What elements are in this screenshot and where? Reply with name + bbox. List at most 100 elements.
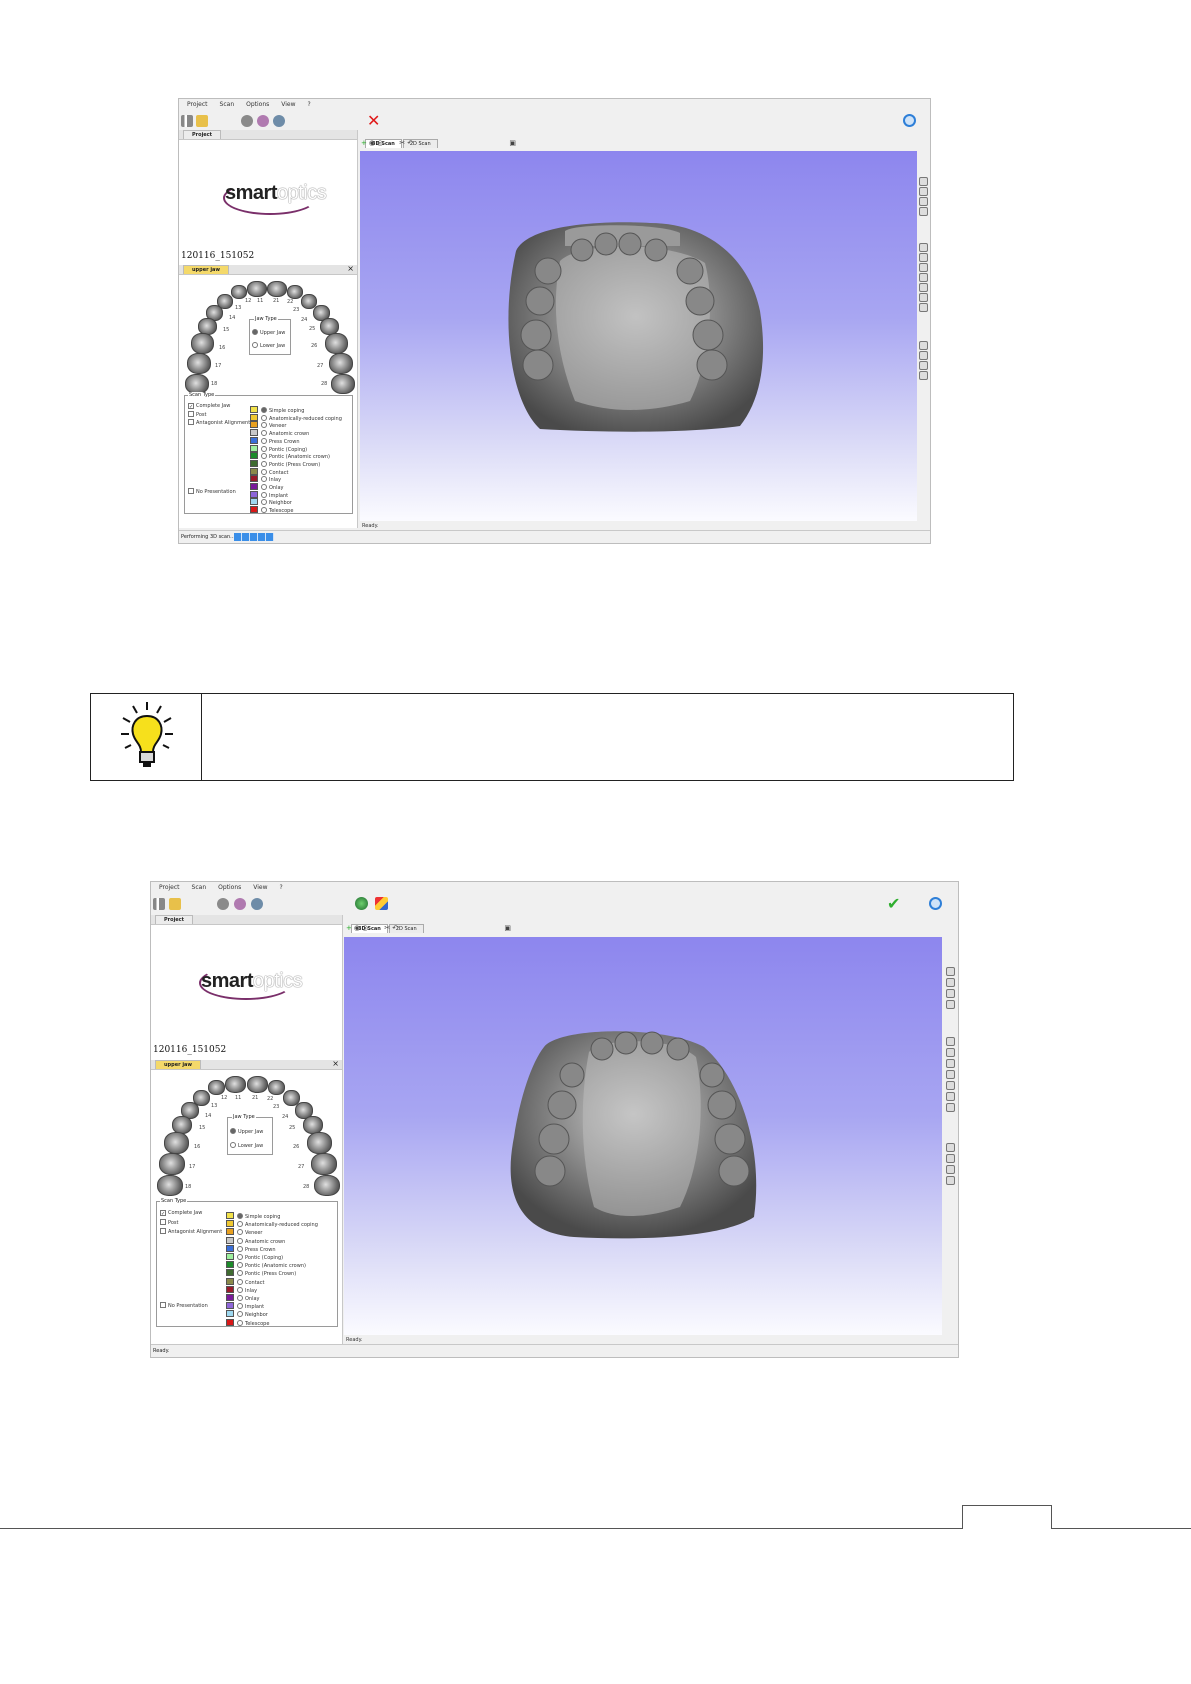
view-tool-icon[interactable] bbox=[919, 177, 928, 186]
checkbox-complete-jaw[interactable]: ✓ Complete Jaw bbox=[188, 403, 230, 410]
cube-view-icon[interactable] bbox=[919, 303, 928, 312]
tooth-11[interactable] bbox=[225, 1076, 246, 1093]
undo-icon[interactable]: ↶ bbox=[392, 924, 400, 932]
restoration-option[interactable]: Telescope bbox=[226, 1310, 269, 1327]
close-icon[interactable]: × bbox=[332, 1059, 339, 1068]
restoration-option[interactable]: Telescope bbox=[250, 497, 293, 514]
restoration-option[interactable]: Simple coping bbox=[250, 397, 304, 414]
menu-scan[interactable]: Scan bbox=[192, 882, 207, 894]
scan-jaw-icon[interactable] bbox=[241, 115, 253, 127]
restoration-option[interactable]: Veneer bbox=[226, 1219, 263, 1236]
restoration-option[interactable]: Pontic (Press Crown) bbox=[226, 1260, 296, 1277]
tooth-21[interactable] bbox=[267, 281, 287, 297]
scan-jaw-icon[interactable] bbox=[217, 898, 229, 910]
menu-view[interactable]: View bbox=[281, 99, 295, 111]
radio-lower-jaw[interactable]: Lower Jaw bbox=[252, 342, 285, 349]
checkbox-post[interactable]: Post bbox=[160, 1219, 178, 1226]
tab-upper-jaw[interactable]: upper jaw bbox=[183, 265, 230, 274]
restoration-option[interactable]: Neighbor bbox=[226, 1301, 268, 1318]
cube-view-icon[interactable] bbox=[946, 1092, 955, 1101]
menu-help[interactable]: ? bbox=[308, 99, 311, 111]
3d-viewport[interactable]: Ready. bbox=[360, 151, 917, 529]
restoration-option[interactable]: Onlay bbox=[250, 474, 284, 491]
cube-view-icon[interactable] bbox=[946, 1059, 955, 1068]
layer-icon[interactable] bbox=[919, 361, 928, 370]
restoration-option[interactable]: Veneer bbox=[250, 412, 287, 429]
tab-upper-jaw[interactable]: upper jaw bbox=[155, 1060, 202, 1069]
restoration-option[interactable]: Anatomic crown bbox=[226, 1228, 285, 1245]
view-tool-icon[interactable] bbox=[919, 187, 928, 196]
tooth-28[interactable] bbox=[314, 1175, 340, 1196]
save-icon[interactable]: ▣ bbox=[509, 139, 518, 147]
tooth-12[interactable] bbox=[231, 285, 247, 299]
layer-icon[interactable] bbox=[946, 1176, 955, 1185]
cube-view-icon[interactable] bbox=[946, 1037, 955, 1046]
restoration-option[interactable]: Pontic (Anatomic crown) bbox=[226, 1252, 306, 1269]
restoration-radio[interactable] bbox=[237, 1319, 243, 1326]
chart-icon[interactable] bbox=[153, 898, 165, 910]
tooth-11[interactable] bbox=[247, 281, 267, 297]
blue-refresh-icon[interactable] bbox=[929, 897, 942, 910]
restoration-option[interactable]: Pontic (Coping) bbox=[226, 1244, 283, 1261]
restoration-option[interactable]: Press Crown bbox=[250, 428, 300, 445]
layer-icon[interactable] bbox=[919, 371, 928, 380]
checkbox-no-presentation[interactable]: No Presentation bbox=[188, 488, 236, 495]
restoration-option[interactable]: Simple coping bbox=[226, 1203, 280, 1220]
cube-view-icon[interactable] bbox=[919, 253, 928, 262]
restoration-option[interactable]: Anatomically-reduced coping bbox=[226, 1211, 318, 1228]
restoration-option[interactable]: Press Crown bbox=[226, 1236, 276, 1253]
blue-refresh-icon[interactable] bbox=[903, 114, 916, 127]
restoration-option[interactable]: Implant bbox=[226, 1293, 264, 1310]
restoration-option[interactable]: Pontic (Anatomic crown) bbox=[250, 443, 330, 460]
layer-icon[interactable] bbox=[946, 1165, 955, 1174]
tooth-17[interactable] bbox=[159, 1153, 185, 1175]
radio-lower-jaw[interactable]: Lower Jaw bbox=[230, 1142, 263, 1149]
cube-view-icon[interactable] bbox=[946, 1081, 955, 1090]
green-check-icon[interactable]: ✔ bbox=[887, 894, 900, 913]
radio-upper-jaw[interactable]: Upper Jaw bbox=[230, 1128, 263, 1135]
menu-view[interactable]: View bbox=[253, 882, 267, 894]
view-tool-icon[interactable] bbox=[946, 967, 955, 976]
color-cube-icon[interactable] bbox=[375, 897, 388, 910]
menu-project[interactable]: Project bbox=[159, 882, 180, 894]
view-tool-icon[interactable] bbox=[946, 1000, 955, 1009]
cube-view-icon[interactable] bbox=[946, 1048, 955, 1057]
checkbox-post[interactable]: Post bbox=[188, 411, 206, 418]
cube-view-icon[interactable] bbox=[946, 1103, 955, 1112]
menu-help[interactable]: ? bbox=[280, 882, 283, 894]
save-icon[interactable]: ▣ bbox=[504, 924, 513, 932]
layer-icon[interactable] bbox=[946, 1154, 955, 1163]
view-tool-icon[interactable] bbox=[919, 207, 928, 216]
view-tool-icon[interactable] bbox=[919, 197, 928, 206]
layer-icon[interactable] bbox=[919, 341, 928, 350]
tooth-26[interactable] bbox=[325, 333, 348, 354]
folder-icon[interactable] bbox=[169, 898, 181, 910]
restoration-option[interactable]: Contact bbox=[250, 459, 288, 476]
restoration-option[interactable]: Anatomically-reduced coping bbox=[250, 405, 342, 422]
restoration-radio[interactable] bbox=[261, 507, 267, 514]
restoration-option[interactable]: Anatomic crown bbox=[250, 420, 309, 437]
plus-icon[interactable]: + bbox=[346, 924, 354, 932]
tooth-27[interactable] bbox=[311, 1153, 337, 1175]
zoom-icon[interactable]: ◉◎ bbox=[354, 924, 370, 932]
tooth-22[interactable] bbox=[287, 285, 303, 299]
view-tool-icon[interactable] bbox=[946, 989, 955, 998]
restoration-option[interactable]: Neighbor bbox=[250, 489, 292, 506]
layer-icon[interactable] bbox=[946, 1143, 955, 1152]
close-icon[interactable]: × bbox=[347, 264, 354, 273]
3d-viewport[interactable]: Ready. bbox=[344, 937, 942, 1343]
tooth-17[interactable] bbox=[187, 353, 211, 374]
menu-project[interactable]: Project bbox=[187, 99, 208, 111]
cube-view-icon[interactable] bbox=[946, 1070, 955, 1079]
restoration-option[interactable]: Onlay bbox=[226, 1285, 260, 1302]
tooth-28[interactable] bbox=[331, 374, 355, 394]
folder-icon[interactable] bbox=[196, 115, 208, 127]
tooth-16[interactable] bbox=[164, 1132, 189, 1154]
tooth-21[interactable] bbox=[247, 1076, 268, 1093]
red-x-icon[interactable]: ✕ bbox=[367, 111, 380, 130]
tab-project[interactable]: Project bbox=[155, 915, 194, 924]
tooth-12[interactable] bbox=[208, 1080, 225, 1095]
chart-icon[interactable] bbox=[181, 115, 193, 127]
restoration-option[interactable]: Implant bbox=[250, 482, 288, 499]
scan-pink-icon[interactable] bbox=[234, 898, 246, 910]
